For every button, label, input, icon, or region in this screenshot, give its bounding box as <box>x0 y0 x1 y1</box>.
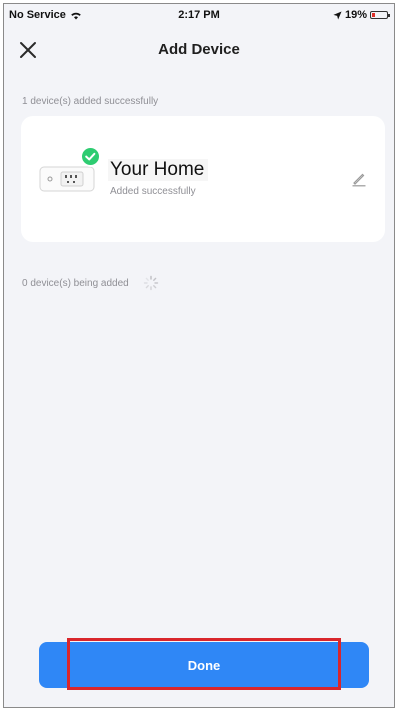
battery-icon <box>370 11 390 19</box>
success-section-label: 1 device(s) added successfully <box>22 96 159 107</box>
done-button[interactable]: Done <box>39 642 369 688</box>
battery-level-fill <box>372 13 375 17</box>
phone-screen: No Service 2:17 PM 19% Add Device 1 devi… <box>3 3 395 708</box>
status-bar: No Service 2:17 PM 19% <box>4 4 394 26</box>
device-card[interactable]: Your Home Added successfully <box>21 116 385 242</box>
adding-section: 0 device(s) being added <box>22 275 159 291</box>
status-right: 19% <box>333 9 390 21</box>
device-status: Added successfully <box>110 186 196 197</box>
done-area: Done <box>39 638 369 690</box>
adding-section-label: 0 device(s) being added <box>22 277 129 289</box>
added-check-badge <box>80 146 101 167</box>
page-title: Add Device <box>158 41 240 58</box>
device-name: Your Home <box>108 159 209 181</box>
pencil-icon[interactable] <box>351 171 367 187</box>
nav-bar: Add Device <box>4 32 394 68</box>
loading-spinner-icon <box>143 275 158 291</box>
location-arrow-icon <box>333 10 342 20</box>
check-icon <box>85 152 96 161</box>
battery-percent: 19% <box>344 9 367 21</box>
